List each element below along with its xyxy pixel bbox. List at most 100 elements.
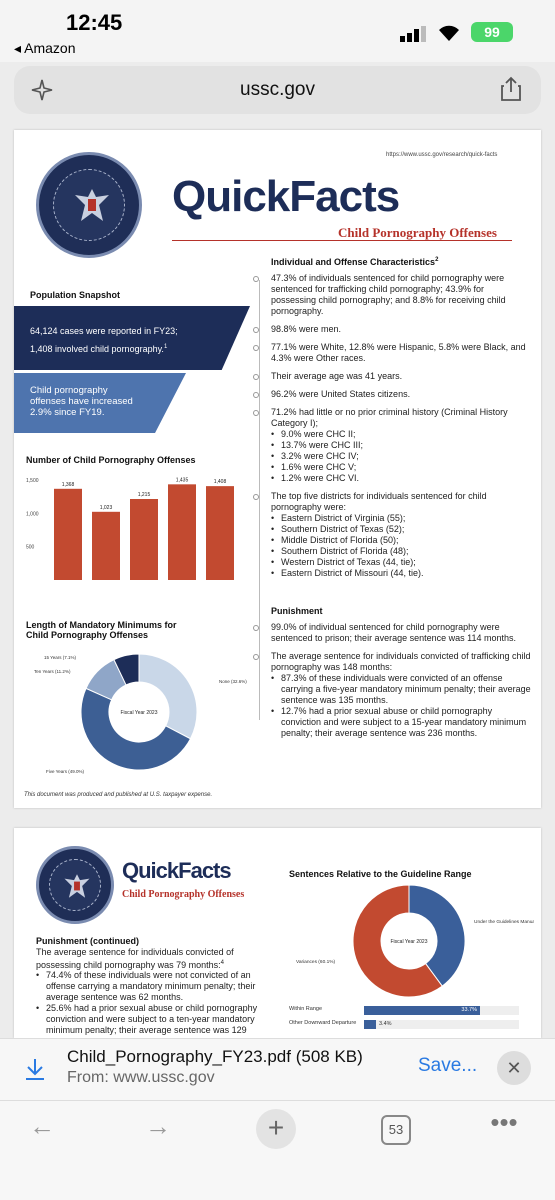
bar [92, 511, 120, 580]
status-bar: 12:45 ◂ Amazon 99 [0, 0, 555, 62]
forward-button[interactable]: → [138, 1111, 178, 1142]
source-url: https://www.ussc.gov/research/quick-fact… [386, 152, 498, 158]
quickfacts-logo: QuickFacts [172, 172, 400, 221]
back-button[interactable]: ← [22, 1111, 62, 1142]
download-icon [26, 1059, 44, 1080]
punishment-list: 99.0% of individual sentenced for child … [253, 622, 533, 739]
bar [54, 488, 82, 580]
list-item: Western District of Texas (44, tie); [271, 557, 529, 568]
list-item: Southern District of Texas (52); [271, 524, 529, 535]
bullet-dot [253, 327, 259, 333]
list-item: 3.2% were CHC IV; [271, 451, 529, 462]
list-item: 25.6% had a prior sexual abuse or child … [36, 1003, 266, 1036]
other-downward-row: Other Downward Departure 3.4% [289, 1020, 519, 1032]
tabs-button[interactable]: 53 [381, 1115, 411, 1145]
bar [130, 499, 158, 580]
close-download-button[interactable]: ✕ [497, 1051, 531, 1085]
bar [206, 486, 234, 580]
new-tab-button[interactable]: + [256, 1109, 296, 1149]
bar-value-label: 1,368 [62, 482, 75, 488]
pdf-page-1[interactable]: https://www.ussc.gov/research/quick-fact… [14, 130, 541, 808]
download-source: From: www.ussc.gov [67, 1069, 215, 1086]
list-item: 1.6% were CHC V; [271, 462, 529, 473]
battery-indicator: 99 [471, 22, 513, 42]
list-item: Eastern District of Virginia (55); [271, 513, 529, 524]
clock: 12:45 [66, 10, 123, 35]
punishment-continued-heading: Punishment (continued) [36, 936, 139, 946]
back-to-app-link[interactable]: ◂ Amazon [14, 40, 76, 57]
signal-icon [400, 26, 428, 42]
save-button[interactable]: Save... [418, 1055, 477, 1077]
list-item: 74.4% of these individuals were not conv… [36, 970, 266, 1003]
list-item: Their average age was 41 years. [253, 371, 529, 382]
mandatory-minimum-donut: Fiscal Year 2023 None (32.6%) Five Years (… [34, 653, 247, 774]
punishment-heading: Punishment [271, 606, 323, 616]
commission-seal [36, 152, 142, 258]
donut-slice-label: None (32.6%) [219, 679, 247, 684]
list-item: 47.3% of individuals sentenced for child… [253, 273, 529, 317]
list-item: Middle District of Florida (50); [271, 535, 529, 546]
bullet-dot [253, 276, 259, 282]
wifi-icon [439, 25, 459, 41]
url-text[interactable]: ussc.gov [14, 66, 541, 114]
list-item: 9.0% were CHC II; [271, 429, 529, 440]
eagle-icon [75, 189, 109, 221]
mm-chart-title: Length of Mandatory Minimums for Child P… [26, 620, 177, 640]
list-item: The average sentence for individuals con… [253, 651, 533, 673]
bar-value-label: 1,408 [214, 479, 227, 485]
donut-slice-label: Five Years (49.0%) [46, 769, 85, 774]
y-tick-label: 500 [26, 545, 35, 551]
download-filename: Child_Pornography_FY23.pdf (508 KB) [67, 1047, 363, 1066]
plus-icon: + [267, 1112, 285, 1143]
bar-value-label: 1,023 [100, 505, 113, 511]
donut-slice-label: Ten Years (11.2%) [34, 669, 71, 674]
y-tick-label: 1,000 [26, 511, 39, 517]
close-icon: ✕ [506, 1058, 522, 1078]
bar-chart-title: Number of Child Pornography Offenses [26, 455, 196, 465]
list-item: 77.1% were White, 12.8% were Hispanic, 5… [253, 342, 529, 364]
ioc-heading: Individual and Offense Characteristics2 [271, 257, 439, 267]
more-icon: ••• [490, 1107, 518, 1137]
list-item: 12.7% had a prior sexual abuse or child … [271, 706, 533, 739]
donut-slice [138, 653, 198, 740]
guideline-range-donut: Fiscal Year 2023 Under the Guidelines Man… [296, 884, 534, 998]
list-item: 1.2% were CHC VI. [271, 473, 529, 484]
list-item: 96.2% were United States citizens. [253, 389, 529, 400]
bullet-dot [253, 654, 259, 660]
list-item: 98.8% were men. [253, 324, 529, 335]
increase-box: Child pornography offenses have increase… [14, 373, 186, 433]
possession-intro: The average sentence for individuals con… [36, 947, 234, 970]
list-item: 87.3% of these individuals were convicte… [271, 673, 533, 706]
pdf-page-2[interactable]: QuickFacts Child Pornography Offenses Pu… [14, 828, 541, 1038]
arrow-left-icon: ← [29, 1111, 55, 1141]
bar-value-label: 1,435 [176, 477, 189, 483]
list-item: The top five districts for individuals s… [253, 491, 529, 513]
more-button[interactable]: ••• [484, 1107, 524, 1138]
browser-toolbar: ← → + 53 ••• [0, 1100, 555, 1200]
bullet-dot [253, 392, 259, 398]
commission-seal-small [36, 846, 114, 924]
donut-center-label: Fiscal Year 2023 [121, 710, 158, 716]
page2-subtitle: Child Pornography Offenses [122, 889, 245, 900]
donut-slice-label: 15 Years (7.1%) [44, 655, 77, 660]
ioc-list: 47.3% of individuals sentenced for child… [253, 273, 529, 579]
address-bar[interactable]: ussc.gov [14, 66, 541, 114]
list-item: Eastern District of Missouri (44, tie). [271, 568, 529, 579]
list-item: Southern District of Florida (48); [271, 546, 529, 557]
possession-list: 74.4% of these individuals were not conv… [36, 970, 266, 1036]
eagle-icon [64, 874, 90, 898]
bullet-dot [253, 625, 259, 631]
y-tick-label: 1,500 [26, 478, 39, 484]
donut-slice-label: Under the Guidelines Manual (39.9%) [474, 919, 534, 925]
share-icon[interactable] [500, 76, 522, 102]
bar [168, 484, 196, 580]
guideline-chart-title: Sentences Relative to the Guideline Rang… [289, 869, 472, 879]
bullet-dot [253, 374, 259, 380]
arrow-right-icon: → [145, 1111, 171, 1141]
quickfacts-logo-small: QuickFacts [122, 858, 232, 883]
bar-chart: 1,500 1,000 500 1,368 1,023 1,215 1,435 1,408 [26, 477, 234, 580]
population-heading: Population Snapshot [30, 290, 120, 300]
page-subtitle: Child Pornography Offenses [338, 225, 497, 240]
population-box: 64,124 cases were reported in FY23; 1,40… [14, 306, 250, 370]
donut-slice-label: Variances (60.1%) [296, 959, 336, 965]
